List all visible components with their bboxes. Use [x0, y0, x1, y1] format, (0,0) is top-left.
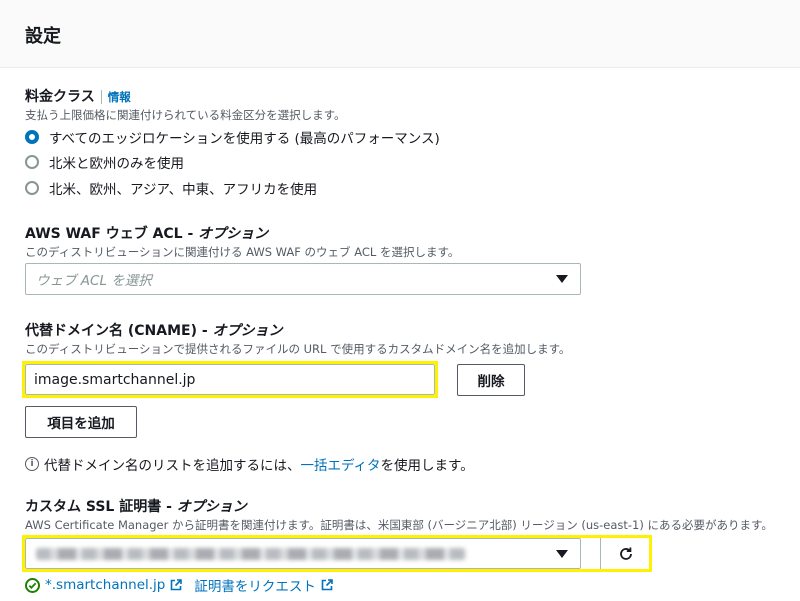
hint-suffix: を使用します。	[380, 458, 474, 474]
cname-label-main: 代替ドメイン名 (CNAME) -	[25, 323, 213, 339]
certificate-status: *.smartchannel.jp 証明書をリクエスト	[25, 575, 345, 595]
radio-option-na-eu-asia[interactable]: 北米、欧州、アジア、中東、アフリカを使用	[25, 178, 317, 198]
info-icon: i	[25, 457, 39, 471]
panel-title: 設定	[25, 26, 61, 47]
waf-label-main: AWS WAF ウェブ ACL -	[25, 226, 199, 242]
price-class-info-link[interactable]: 情報	[100, 90, 131, 104]
waf-acl-select[interactable]: ウェブ ACL を選択	[25, 263, 581, 295]
ssl-description: AWS Certificate Manager から証明書を関連付けます。証明書…	[25, 518, 773, 532]
chevron-down-icon	[556, 550, 568, 558]
cname-input[interactable]: image.smartchannel.jp	[25, 364, 435, 395]
radio-option-na-eu[interactable]: 北米と欧州のみを使用	[25, 152, 184, 172]
refresh-icon	[620, 547, 632, 560]
redacted-certificate-arn	[36, 547, 466, 560]
select-divider	[600, 538, 601, 569]
cname-description: このディストリビューションで提供されるファイルの URL で使用するカスタムドメ…	[25, 342, 571, 356]
price-class-label: 料金クラス 情報	[25, 86, 131, 106]
bulk-editor-hint: i 代替ドメイン名のリストを追加するには、 一括エディタ を使用します。	[25, 454, 474, 474]
waf-label-optional: オプション	[198, 226, 269, 242]
cname-label-optional: オプション	[212, 323, 283, 339]
ssl-label: カスタム SSL 証明書 - オプション	[25, 496, 247, 516]
price-class-description: 支払う上限価格に関連付けられている料金区分を選択します。	[25, 108, 346, 122]
bulk-editor-link[interactable]: 一括エディタ	[301, 454, 381, 474]
cname-label: 代替ドメイン名 (CNAME) - オプション	[25, 320, 283, 340]
hint-prefix: 代替ドメイン名のリストを追加するには、	[44, 458, 301, 474]
radio-option-label: すべてのエッジロケーションを使用する (最高のパフォーマンス)	[49, 131, 440, 147]
external-link-icon[interactable]	[321, 579, 333, 591]
ssl-certificate-select[interactable]	[25, 538, 581, 569]
add-item-button[interactable]: 項目を追加	[25, 406, 137, 438]
waf-acl-placeholder: ウェブ ACL を選択	[36, 273, 152, 289]
price-class-label-text: 料金クラス	[25, 89, 95, 105]
radio-button-checked[interactable]	[25, 130, 39, 144]
waf-description: このディストリビューションに関連付ける AWS WAF のウェブ ACL を選択…	[25, 245, 460, 259]
radio-option-all-locations[interactable]: すべてのエッジロケーションを使用する (最高のパフォーマンス)	[25, 127, 440, 147]
ssl-label-main: カスタム SSL 証明書 -	[25, 499, 177, 515]
cname-input-value: image.smartchannel.jp	[34, 371, 196, 388]
panel-header: 設定	[0, 0, 800, 68]
radio-option-label: 北米と欧州のみを使用	[49, 156, 184, 172]
request-certificate-link[interactable]: 証明書をリクエスト	[194, 575, 316, 595]
remove-button[interactable]: 削除	[457, 364, 525, 396]
external-link-icon[interactable]	[170, 579, 183, 591]
radio-option-label: 北米、欧州、アジア、中東、アフリカを使用	[49, 182, 318, 198]
radio-button[interactable]	[25, 181, 39, 195]
certificate-domain-link[interactable]: *.smartchannel.jp	[45, 577, 165, 593]
waf-label: AWS WAF ウェブ ACL - オプション	[25, 223, 268, 243]
radio-button[interactable]	[25, 155, 39, 169]
refresh-button[interactable]	[608, 538, 644, 569]
ssl-label-optional: オプション	[176, 499, 247, 515]
chevron-down-icon	[556, 275, 568, 283]
check-circle-icon	[25, 577, 40, 593]
cname-highlight: image.smartchannel.jp	[22, 361, 438, 398]
